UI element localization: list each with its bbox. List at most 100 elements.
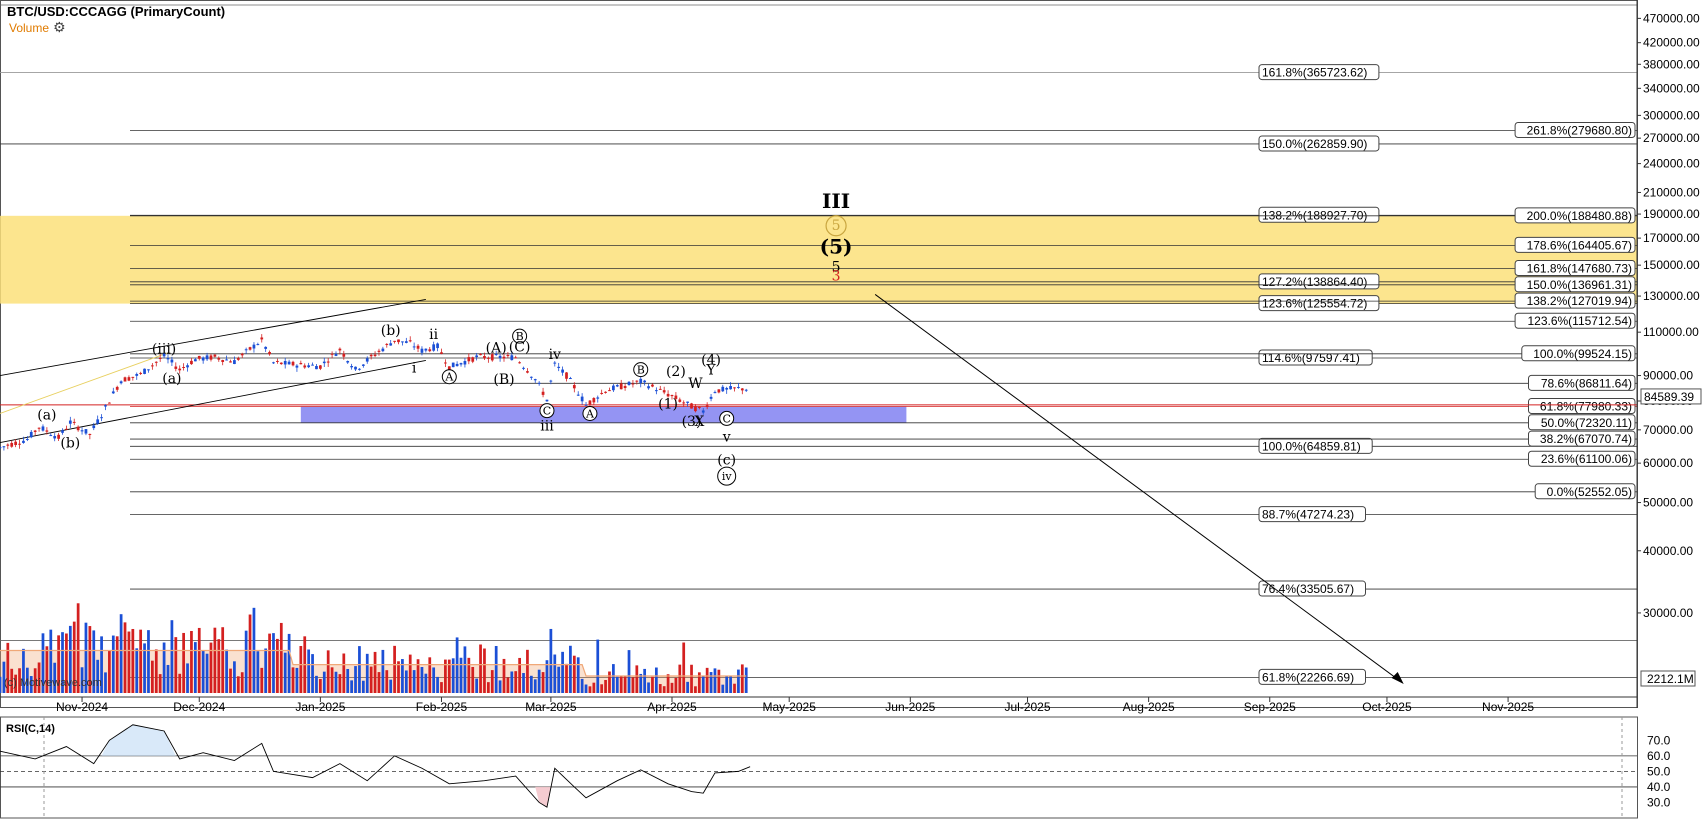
- candle-body: [635, 380, 639, 382]
- price-chart[interactable]: 161.8%(365723.62) 150.0%(262859.90) 138.2%…: [0, 0, 1705, 823]
- volume-bar: [319, 678, 322, 693]
- volume-bar: [151, 660, 154, 693]
- candle-body: [358, 368, 361, 370]
- candle-body: [717, 389, 721, 393]
- candle-body: [268, 351, 271, 355]
- volume-bar: [264, 648, 268, 693]
- volume-bar: [576, 657, 580, 693]
- candle-body: [209, 355, 213, 360]
- volume-bar: [565, 663, 568, 693]
- wave-label: (b): [60, 436, 80, 452]
- rsi-tick-label: 30.0: [1647, 795, 1671, 809]
- candle-body: [2, 446, 6, 448]
- candle-body: [740, 388, 744, 391]
- candle-body: [510, 355, 514, 361]
- volume-bar: [213, 627, 217, 693]
- candle-body: [604, 391, 607, 393]
- volume-bar: [713, 668, 717, 693]
- wave-label: (b): [381, 323, 401, 339]
- candle-body: [240, 353, 244, 356]
- volume-bar: [729, 675, 732, 693]
- volume-bar: [424, 673, 428, 693]
- candle-body: [213, 354, 217, 357]
- candle-body: [252, 344, 256, 349]
- fib-right-label: 50.0%(72320.11): [1528, 414, 1636, 431]
- candle-body: [377, 350, 381, 352]
- volume-bar: [670, 682, 674, 693]
- volume-bar: [287, 633, 291, 693]
- volume-bar: [361, 680, 365, 693]
- volume-bar: [373, 651, 377, 693]
- volume-bar: [330, 667, 334, 693]
- candle-body: [569, 378, 572, 380]
- candle-body: [486, 357, 490, 359]
- candle-body: [248, 347, 252, 350]
- watermark: (c) Motivewave.com: [4, 677, 102, 689]
- rsi-tick-label: 60.0: [1647, 749, 1671, 763]
- candle-body: [45, 430, 49, 432]
- candle-body: [205, 355, 209, 360]
- candle-body: [463, 361, 467, 365]
- volume-bar: [627, 650, 631, 693]
- volume-bar: [471, 666, 475, 693]
- gear-icon[interactable]: ⚙: [53, 20, 66, 36]
- candle-body: [256, 344, 260, 346]
- candle-body: [588, 400, 592, 405]
- x-tick-label: Aug-2025: [1123, 700, 1175, 714]
- fib-right-label-text: 123.6%(115712.54): [1527, 314, 1632, 328]
- fib-right-label: 200.0%(188480.88): [1514, 207, 1636, 224]
- volume-bar: [412, 670, 416, 693]
- candle-body: [393, 340, 396, 342]
- wave-label: (5): [820, 235, 853, 259]
- volume-bar: [678, 664, 682, 693]
- candle-body: [283, 360, 287, 365]
- candle-body: [350, 366, 353, 368]
- volume-bar: [158, 674, 162, 693]
- candle-body: [733, 387, 736, 389]
- wave-label: (B): [493, 372, 514, 388]
- volume-bar: [561, 651, 564, 693]
- volume-bar: [119, 614, 123, 693]
- candle-body: [709, 396, 713, 399]
- candle-body: [631, 383, 635, 385]
- volume-bar: [721, 684, 725, 693]
- candle-body: [729, 385, 732, 390]
- fib-right-label: 261.8%(279680.80): [1514, 122, 1636, 139]
- volume-bar: [291, 667, 295, 693]
- candle-body: [25, 438, 29, 440]
- volume-bar: [0, 676, 2, 693]
- volume-bar: [572, 655, 576, 693]
- volume-bar: [322, 671, 326, 693]
- y-tick-label: 50000.00: [1643, 496, 1693, 510]
- rsi-tick-label: 40.0: [1647, 780, 1671, 794]
- candle-body: [111, 391, 115, 394]
- candle-body: [389, 343, 393, 346]
- candle-body: [229, 361, 232, 363]
- fib-right-label-text: 50.0%(72320.11): [1541, 416, 1632, 430]
- volume-bar: [686, 681, 689, 693]
- fib-left-label: 114.6%(97597.41): [1258, 349, 1373, 366]
- volume-bar: [283, 652, 287, 693]
- fib-left-label: 123.6%(125554.72): [1258, 295, 1380, 312]
- rsi-frame: [0, 716, 1638, 819]
- candle-body: [662, 390, 666, 393]
- candle-body: [151, 365, 154, 367]
- symbol-title: BTC/USD:CCCAGG (PrimaryCount): [7, 4, 226, 19]
- candle-body: [572, 385, 576, 389]
- wave-label: C: [543, 405, 551, 418]
- volume-bar: [369, 666, 373, 693]
- candle-body: [529, 376, 533, 378]
- candle-body: [233, 360, 236, 365]
- volume-bar: [451, 658, 455, 693]
- wave-label: 3: [832, 268, 841, 284]
- candle-body: [291, 361, 295, 366]
- candle-body: [131, 376, 135, 378]
- fib-left-label: 150.0%(262859.90): [1258, 135, 1380, 152]
- y-tick-label: 70000.00: [1643, 423, 1693, 437]
- volume-bar: [404, 670, 408, 693]
- candle-body: [580, 396, 584, 402]
- wave-label: (2): [666, 364, 686, 380]
- volume-bar: [666, 674, 670, 693]
- x-tick-label: Nov-2024: [56, 700, 108, 714]
- volume-bar: [537, 669, 541, 693]
